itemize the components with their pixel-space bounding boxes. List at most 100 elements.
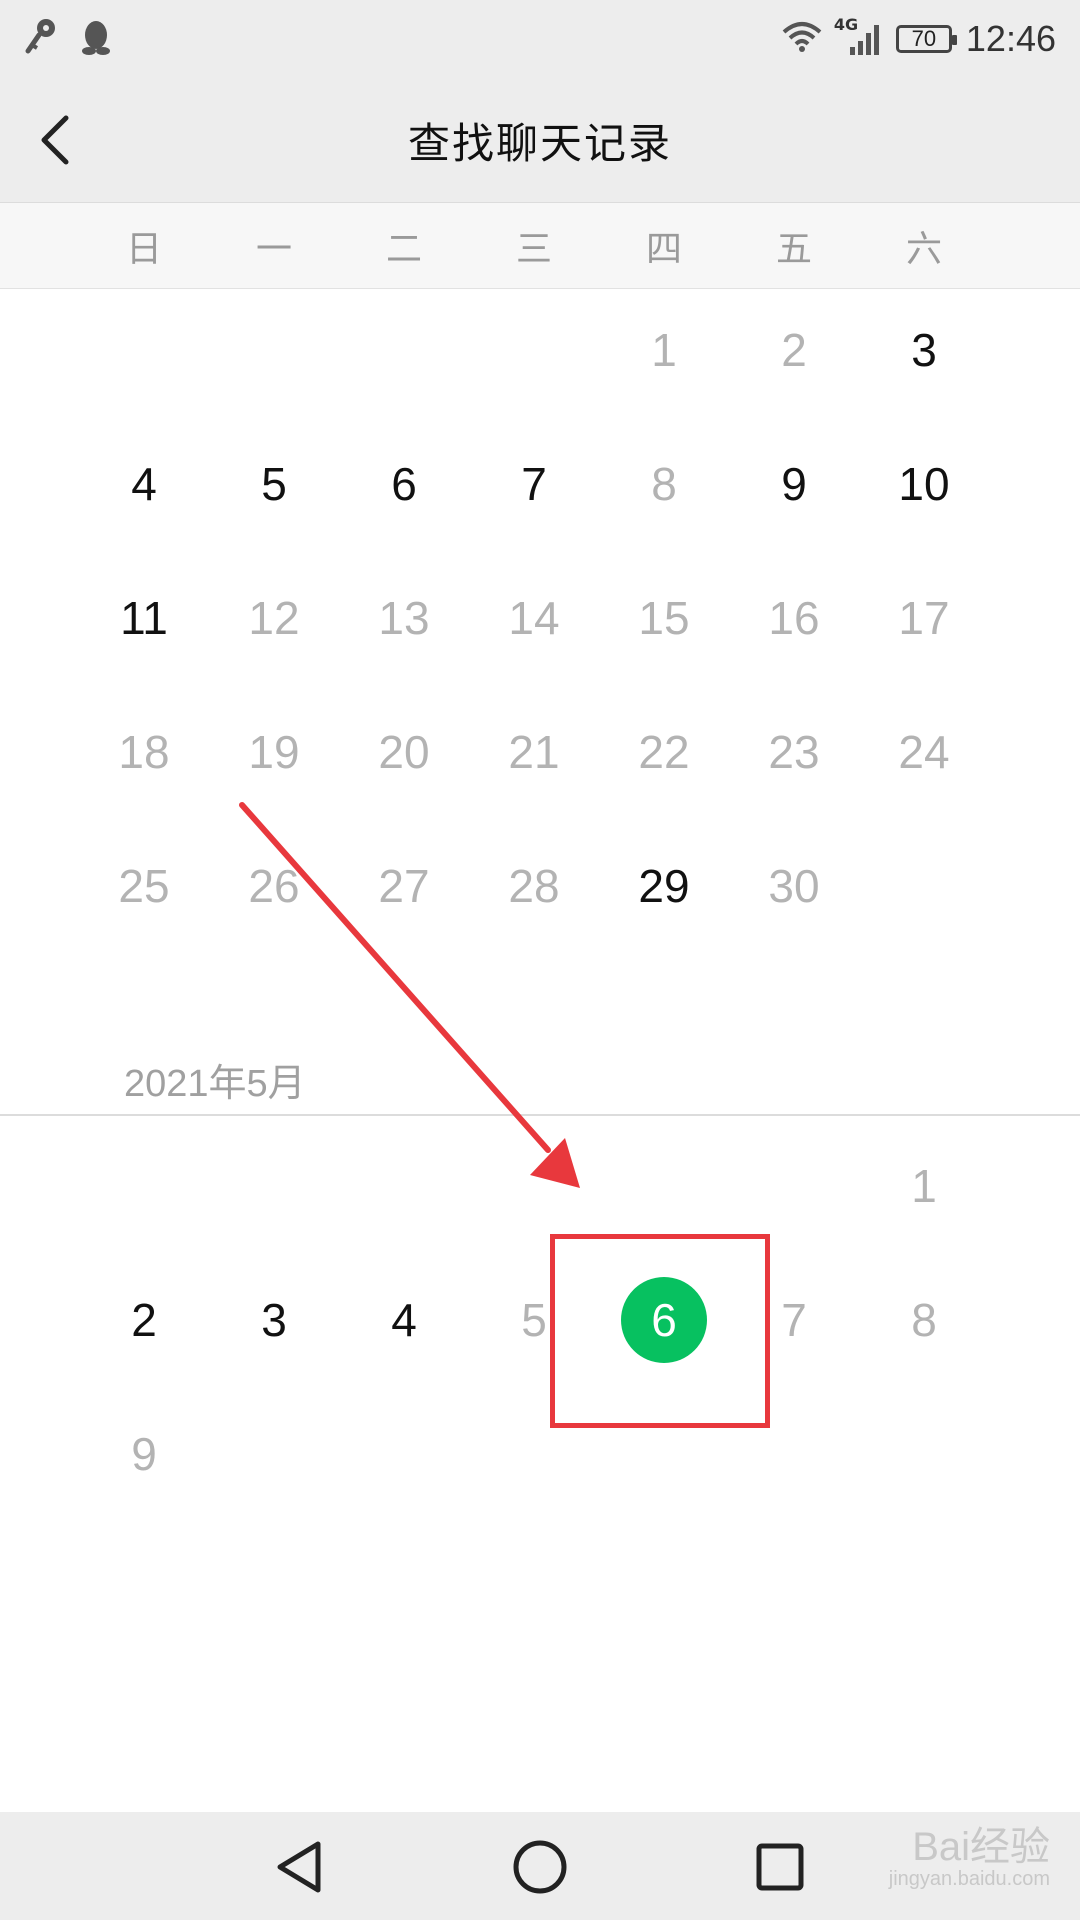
calendar-day-number: 9 bbox=[781, 458, 807, 510]
weekday-header: 日一二三四五六 bbox=[0, 203, 1080, 289]
calendar-day-number: 5 bbox=[261, 458, 287, 510]
calendar-day-number: 18 bbox=[118, 726, 170, 778]
calendar-day-number: 26 bbox=[248, 860, 300, 912]
calendar-day: 13 bbox=[339, 568, 469, 668]
weekday-label: 日 bbox=[125, 228, 162, 270]
calendar-day-number: 6 bbox=[391, 458, 417, 510]
calendar-day-number: 8 bbox=[911, 1294, 937, 1346]
calendar-day: 28 bbox=[469, 836, 599, 936]
month-divider bbox=[0, 1114, 1080, 1116]
calendar-day-number: 10 bbox=[898, 458, 950, 510]
calendar-day[interactable]: 7 bbox=[469, 434, 599, 534]
calendar-day: 9 bbox=[79, 1404, 209, 1504]
weekday-label: 三 bbox=[515, 228, 552, 270]
calendar-day-number: 15 bbox=[638, 592, 690, 644]
calendar-day[interactable]: 4 bbox=[339, 1270, 469, 1370]
calendar-day: 17 bbox=[859, 568, 989, 668]
calendar-day: 2 bbox=[729, 300, 859, 400]
triangle-back-icon bbox=[277, 1841, 321, 1893]
status-bar: 4G 70 12:46 bbox=[0, 0, 1080, 78]
calendar-day: 20 bbox=[339, 702, 469, 802]
calendar-day-number: 19 bbox=[248, 726, 300, 778]
calendar-day[interactable]: 29 bbox=[599, 836, 729, 936]
calendar-day-number: 3 bbox=[911, 324, 937, 376]
square-recent-icon bbox=[756, 1843, 804, 1891]
calendar-day-number: 27 bbox=[378, 860, 430, 912]
watermark-url: jingyan.baidu.com bbox=[888, 1868, 1050, 1890]
calendar-day-number: 4 bbox=[131, 458, 157, 510]
calendar-day-number: 28 bbox=[508, 860, 560, 912]
calendar-day: 18 bbox=[79, 702, 209, 802]
calendar-day: 1 bbox=[859, 1136, 989, 1236]
cellular-signal-icon: 4G bbox=[834, 15, 882, 59]
annotation-highlight-box bbox=[550, 1234, 770, 1428]
calendar-day: 8 bbox=[599, 434, 729, 534]
calendar-day-number: 8 bbox=[651, 458, 677, 510]
calendar-day: 12 bbox=[209, 568, 339, 668]
calendar-day[interactable]: 11 bbox=[79, 568, 209, 668]
nav-recent-apps-button[interactable] bbox=[745, 1832, 815, 1902]
calendar-day-number: 2 bbox=[781, 324, 807, 376]
calendar-day-number: 16 bbox=[768, 592, 820, 644]
calendar-day: 21 bbox=[469, 702, 599, 802]
search-chat-history-calendar-screen: 4G 70 12:46 查找聊天记录 日一二三四五六 123456789 10 … bbox=[0, 0, 1080, 1920]
watermark-brand: Bai经验 bbox=[912, 1825, 1050, 1869]
calendar-day-number: 25 bbox=[118, 860, 170, 912]
qq-penguin-icon bbox=[80, 17, 112, 61]
nav-back-button[interactable] bbox=[266, 1832, 336, 1902]
calendar-day[interactable]: 10 bbox=[859, 434, 989, 534]
calendar-day-number: 2 bbox=[131, 1294, 157, 1346]
status-bar-right: 4G 70 12:46 bbox=[782, 15, 1056, 60]
title-bar: 查找聊天记录 bbox=[0, 78, 1080, 203]
key-icon bbox=[24, 17, 58, 61]
calendar-day-number: 20 bbox=[378, 726, 430, 778]
calendar-day-number: 22 bbox=[638, 726, 690, 778]
month-label: 2021年5月 bbox=[124, 1063, 306, 1105]
battery-level: 70 bbox=[911, 26, 937, 51]
calendar-day-number: 5 bbox=[521, 1294, 547, 1346]
calendar-day-number: 29 bbox=[638, 860, 690, 912]
weekday-label: 二 bbox=[385, 228, 422, 270]
weekday-label: 一 bbox=[255, 228, 292, 270]
calendar-day: 14 bbox=[469, 568, 599, 668]
calendar-day[interactable]: 3 bbox=[209, 1270, 339, 1370]
wifi-icon bbox=[782, 20, 822, 58]
calendar-day-number: 21 bbox=[508, 726, 560, 778]
battery-icon: 70 bbox=[895, 25, 957, 53]
status-bar-left bbox=[24, 17, 112, 61]
calendar-day[interactable]: 6 bbox=[339, 434, 469, 534]
calendar-day: 24 bbox=[859, 702, 989, 802]
calendar-day-number: 14 bbox=[508, 592, 560, 644]
nav-home-button[interactable] bbox=[505, 1832, 575, 1902]
calendar-day-number: 30 bbox=[768, 860, 820, 912]
weekday-label: 五 bbox=[775, 228, 812, 270]
calendar-day[interactable]: 5 bbox=[209, 434, 339, 534]
calendar-day: 15 bbox=[599, 568, 729, 668]
calendar-day: 19 bbox=[209, 702, 339, 802]
calendar-day-number: 7 bbox=[781, 1294, 807, 1346]
calendar-day-number: 1 bbox=[911, 1160, 937, 1212]
calendar-day-number: 11 bbox=[120, 592, 168, 644]
calendar-day[interactable]: 4 bbox=[79, 434, 209, 534]
weekday-label: 六 bbox=[905, 228, 942, 270]
calendar-day-number: 3 bbox=[261, 1294, 287, 1346]
calendar-day: 30 bbox=[729, 836, 859, 936]
calendar-day: 23 bbox=[729, 702, 859, 802]
back-button[interactable] bbox=[36, 112, 76, 168]
calendar-day-number: 23 bbox=[768, 726, 820, 778]
calendar-day[interactable]: 2 bbox=[79, 1270, 209, 1370]
weekday-label: 四 bbox=[645, 228, 682, 270]
calendar-day[interactable]: 3 bbox=[859, 300, 989, 400]
calendar-day: 25 bbox=[79, 836, 209, 936]
calendar-day[interactable]: 9 bbox=[729, 434, 859, 534]
calendar-day-number: 12 bbox=[248, 592, 300, 644]
circle-home-icon bbox=[513, 1840, 567, 1894]
calendar-day-number: 9 bbox=[131, 1428, 157, 1480]
calendar-day: 26 bbox=[209, 836, 339, 936]
calendar-day: 27 bbox=[339, 836, 469, 936]
calendar-day: 16 bbox=[729, 568, 859, 668]
calendar-day-number: 4 bbox=[391, 1294, 417, 1346]
calendar-day: 1 bbox=[599, 300, 729, 400]
calendar-day: 22 bbox=[599, 702, 729, 802]
calendar-day-number: 1 bbox=[651, 324, 677, 376]
